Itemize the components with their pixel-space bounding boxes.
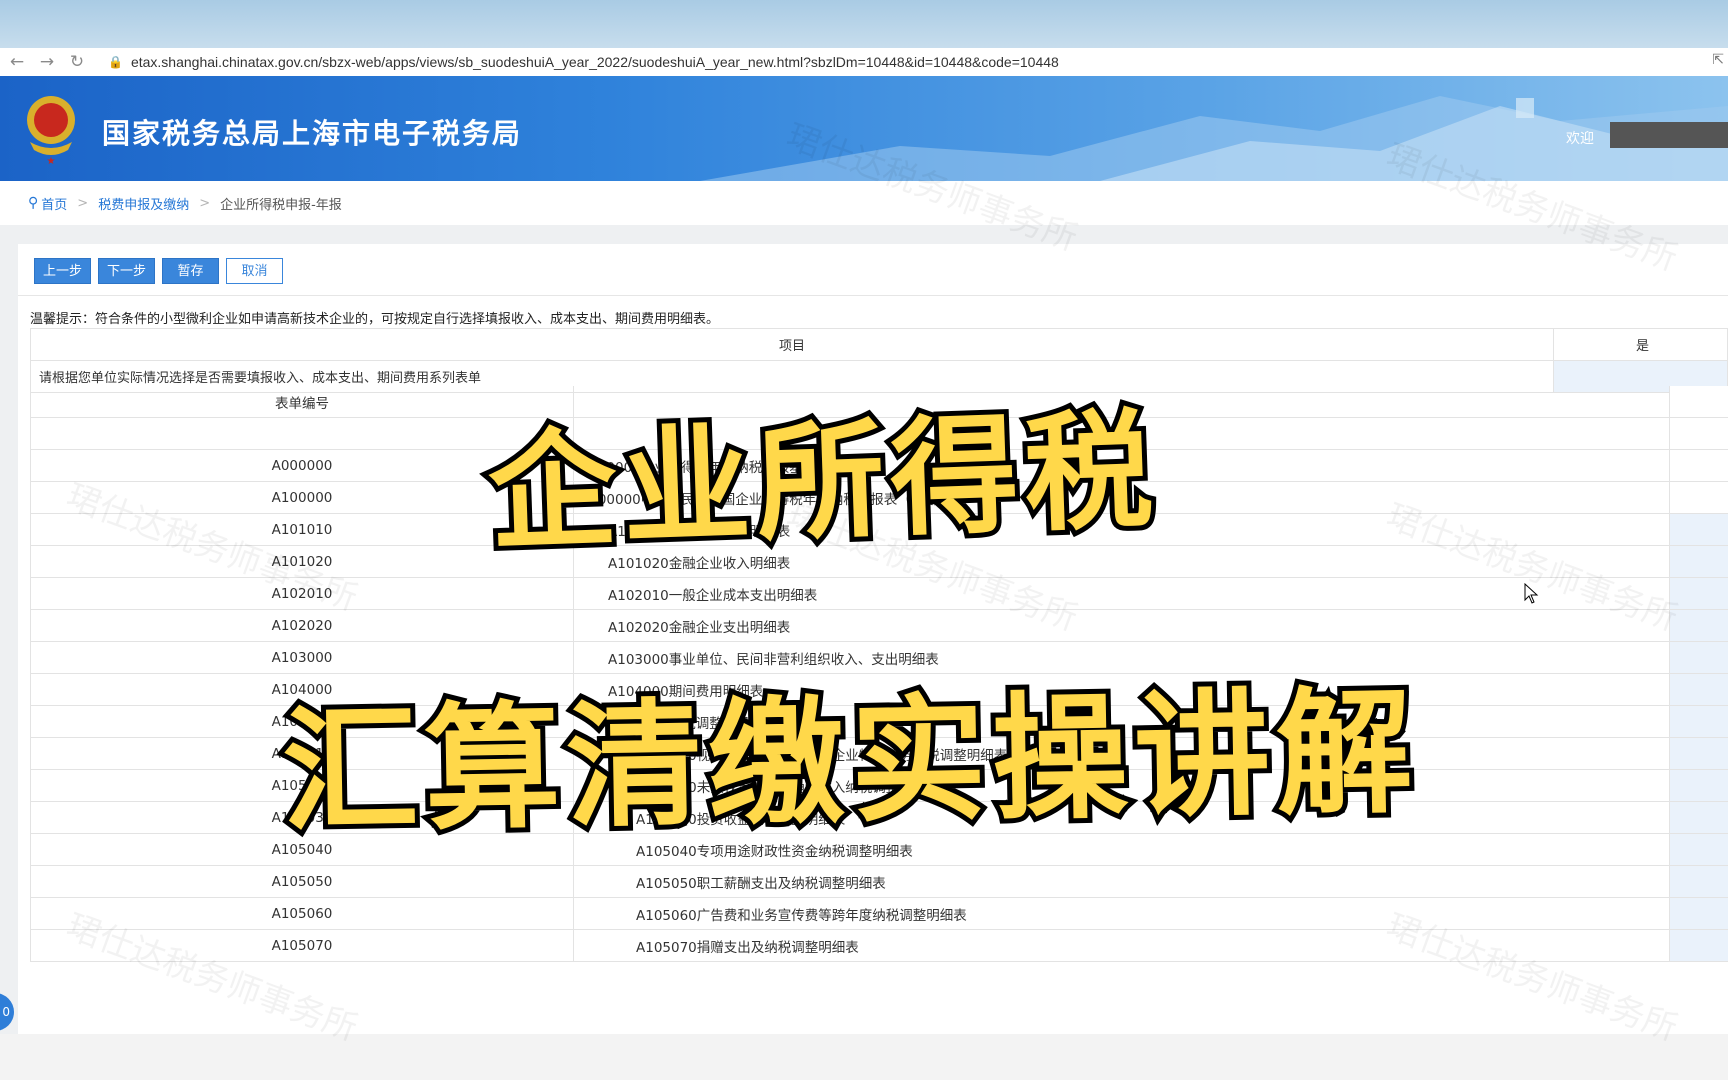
forward-arrow-icon[interactable]: → — [34, 49, 60, 75]
breadcrumb: ⚲ 首页 > 税费申报及缴纳 > 企业所得税申报-年报 — [0, 181, 1728, 225]
form-select-cell[interactable] — [1669, 577, 1728, 610]
form-select-cell[interactable] — [1669, 705, 1728, 738]
save-draft-button[interactable]: 暂存 — [162, 258, 219, 284]
form-select-cell[interactable] — [1669, 641, 1728, 674]
table-row[interactable]: A102010 A102010一般企业成本支出明细表 — [30, 577, 1728, 610]
toolbar: 上一步 下一步 暂存 取消 — [34, 258, 283, 284]
form-select-cell[interactable] — [1669, 737, 1728, 770]
form-name-cell[interactable]: A105070捐赠支出及纳税调整明细表 — [573, 929, 1670, 962]
form-select-cell[interactable] — [1669, 513, 1728, 546]
main-panel: 上一步 下一步 暂存 取消 温馨提示：符合条件的小型微利企业如申请高新技术企业的… — [18, 244, 1728, 1034]
form-code-cell: A105050 — [30, 865, 574, 898]
overlay-title-line2: 汇算清缴实操讲解 — [276, 669, 1425, 857]
form-select-cell[interactable] — [1669, 801, 1728, 834]
breadcrumb-separator-icon: > — [199, 195, 211, 211]
form-select-cell[interactable] — [1669, 833, 1728, 866]
form-select-cell[interactable] — [1669, 673, 1728, 706]
table-row[interactable]: A102020 A102020金融企业支出明细表 — [30, 609, 1728, 642]
table-row[interactable]: A105050 A105050职工薪酬支出及纳税调整明细表 — [30, 865, 1728, 898]
location-pin-icon: ⚲ — [28, 195, 39, 211]
form-name-cell[interactable]: A102020金融企业支出明细表 — [573, 609, 1670, 642]
form-select-cell[interactable] — [1669, 449, 1728, 482]
national-emblem-icon: ★ — [27, 96, 75, 166]
mouse-pointer-icon — [1524, 583, 1539, 604]
form-select-cell[interactable] — [1669, 545, 1728, 578]
form-name-cell[interactable]: A105050职工薪酬支出及纳税调整明细表 — [573, 865, 1670, 898]
form-select-cell[interactable] — [1669, 769, 1728, 802]
form-code-cell: A105060 — [30, 897, 574, 930]
breadcrumb-current: 企业所得税申报-年报 — [220, 197, 342, 213]
breadcrumb-tax-filing[interactable]: 税费申报及缴纳 — [98, 194, 189, 213]
form-select-cell[interactable] — [1669, 609, 1728, 642]
reload-icon[interactable]: ↻ — [64, 49, 90, 75]
side-float-badge[interactable]: 0 — [0, 993, 14, 1031]
cancel-button[interactable]: 取消 — [226, 258, 283, 284]
warm-hint: 温馨提示：符合条件的小型微利企业如申请高新技术企业的，可按规定自行选择填报收入、… — [30, 312, 720, 327]
form-select-cell[interactable] — [1669, 865, 1728, 898]
table-row[interactable]: A105060 A105060广告费和业务宣传费等跨年度纳税调整明细表 — [30, 897, 1728, 930]
project-column-header: 项目 — [30, 328, 1554, 361]
form-code-cell: A105070 — [30, 929, 574, 962]
share-icon[interactable]: ⇱ — [1712, 52, 1724, 68]
url-text[interactable]: etax.shanghai.chinatax.gov.cn/sbzx-web/a… — [131, 54, 1059, 70]
form-code-cell: A102010 — [30, 577, 574, 610]
table-row[interactable]: A105070 A105070捐赠支出及纳税调整明细表 — [30, 929, 1728, 962]
lock-icon: 🔒 — [108, 55, 123, 69]
form-name-cell[interactable]: A102010一般企业成本支出明细表 — [573, 577, 1670, 610]
prev-step-button[interactable]: 上一步 — [34, 258, 91, 284]
site-title: 国家税务总局上海市电子税务局 — [102, 117, 523, 150]
form-select-cell[interactable] — [1669, 897, 1728, 930]
svg-text:★: ★ — [47, 156, 56, 166]
form-code-cell: A102020 — [30, 609, 574, 642]
address-bar[interactable]: ← → ↻ 🔒 etax.shanghai.chinatax.gov.cn/sb… — [0, 48, 1728, 77]
browser-tab-strip — [0, 0, 1728, 48]
form-name-cell[interactable]: A105060广告费和业务宣传费等跨年度纳税调整明细表 — [573, 897, 1670, 930]
form-select-cell[interactable] — [1669, 929, 1728, 962]
form-select-cell[interactable] — [1669, 481, 1728, 514]
yes-column-header: 是 — [1553, 328, 1728, 361]
divider — [18, 295, 1728, 296]
welcome-text: 欢迎 — [1566, 131, 1594, 147]
next-step-button[interactable]: 下一步 — [98, 258, 155, 284]
breadcrumb-home[interactable]: 首页 — [41, 194, 67, 213]
overlay-title-line1: 企业所得税 — [481, 391, 1166, 573]
site-header: ★ 国家税务总局上海市电子税务局 欢迎 — [0, 76, 1728, 181]
form-select-header — [1669, 386, 1728, 418]
user-name-redacted[interactable] — [1610, 122, 1728, 148]
blank-cell — [1669, 417, 1728, 450]
back-arrow-icon[interactable]: ← — [4, 49, 30, 75]
bottom-bar — [0, 1034, 1728, 1080]
breadcrumb-separator-icon: > — [77, 195, 89, 211]
